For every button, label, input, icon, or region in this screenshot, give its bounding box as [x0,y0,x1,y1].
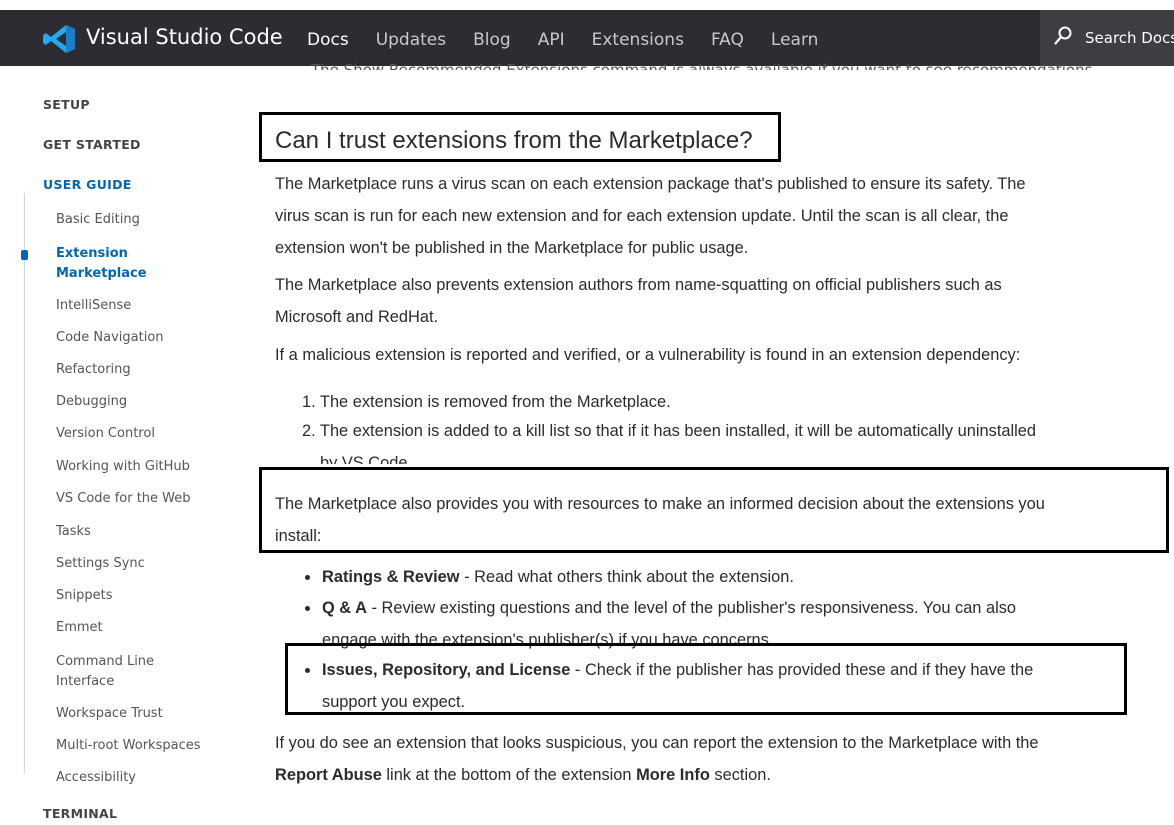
list-item: 2. The extension is added to a kill list… [302,415,1036,464]
text-line: support you expect. [322,693,466,711]
sidebar-item-settings-sync[interactable]: Settings Sync [56,556,145,571]
sidebar-cat-setup[interactable]: SETUP [43,97,90,112]
sidebar-cat-get-started[interactable]: GET STARTED [43,137,141,152]
list-item: 1. The extension is removed from the Mar… [302,393,671,411]
text-line: The Marketplace also provides you with r… [275,495,1045,513]
paragraph-malicious: If a malicious extension is reported and… [275,346,1021,364]
sidebar-item-label: Marketplace [56,266,147,281]
text-span: link at the bottom of the extension [381,766,637,784]
search-docs-button[interactable]: Search Docs [1040,10,1174,66]
sidebar-item-refactoring[interactable]: Refactoring [56,362,131,377]
partial-text-line: The Show Recommended Extensions command … [311,61,1098,70]
sidebar-item-snippets[interactable]: Snippets [56,588,112,603]
text-span: - Review existing questions and the leve… [366,599,1017,617]
brand-title[interactable]: Visual Studio Code [86,25,283,49]
nav-link-docs[interactable]: Docs [307,30,349,50]
text-line: by VS Code. [320,454,413,464]
sidebar-active-marker [21,250,28,260]
text-line: engage with the extension's publisher(s)… [322,631,774,649]
nav-link-faq[interactable]: FAQ [711,30,744,50]
sidebar-item-basic-editing[interactable]: Basic Editing [56,212,140,227]
more-info-text: More Info [636,766,710,784]
text-line: Microsoft and RedHat. [275,308,439,326]
search-icon [1054,26,1072,45]
search-label: Search Docs [1085,29,1174,47]
sidebar-item-tasks[interactable]: Tasks [56,524,91,539]
text-line: virus scan is run for each new extension… [275,207,1009,225]
nav-links: Docs Updates Blog API Extensions FAQ Lea… [307,30,845,50]
sidebar-cat-user-guide[interactable]: USER GUIDE [43,177,132,192]
sidebar-item-command-line-interface[interactable]: Command Line Interface [56,652,154,692]
list-item: Ratings & Review - Read what others thin… [322,561,794,593]
top-navbar: Visual Studio Code Docs Updates Blog API… [0,10,1174,66]
paragraph-report-abuse: If you do see an extension that looks su… [275,727,1165,791]
sidebar-item-label: Interface [56,674,115,689]
sidebar-item-extension-marketplace[interactable]: Extension Marketplace [56,244,147,284]
text-line: 2. The extension is added to a kill list… [302,422,1037,440]
text-span: section. [709,766,771,784]
nav-link-learn[interactable]: Learn [771,30,819,50]
text-line: extension won't be published in the Mark… [275,239,749,257]
text-line: install: [275,527,322,545]
bullet-marker [305,575,310,580]
sidebar-item-workspace-trust[interactable]: Workspace Trust [56,706,163,721]
list-item: Q & A - Review existing questions and th… [322,592,1016,656]
sidebar-item-accessibility[interactable]: Accessibility [56,770,136,785]
sidebar-item-code-navigation[interactable]: Code Navigation [56,330,164,345]
text-line: The Marketplace runs a virus scan on eac… [275,175,1026,193]
vscode-logo-icon[interactable] [42,24,76,54]
bullet-marker [305,606,310,611]
nav-link-updates[interactable]: Updates [376,30,446,50]
sidebar-item-multi-root-workspaces[interactable]: Multi-root Workspaces [56,738,201,753]
sidebar-item-vs-code-for-the-web[interactable]: VS Code for the Web [56,491,191,506]
sidebar-track-line [24,193,25,773]
sidebar-item-version-control[interactable]: Version Control [56,426,155,441]
text-line: The Marketplace also prevents extension … [275,276,1002,294]
text-span: - Check if the publisher has provided th… [570,661,1034,679]
sidebar-item-debugging[interactable]: Debugging [56,394,127,409]
sidebar-cat-terminal[interactable]: TERMINAL [43,806,117,821]
article-heading: Can I trust extensions from the Marketpl… [275,127,753,154]
sidebar-item-label: Command Line [56,654,155,669]
nav-link-blog[interactable]: Blog [473,30,511,50]
bold-term: Ratings & Review [322,568,460,586]
list-item: Issues, Repository, and License - Check … [322,654,1033,718]
nav-link-api[interactable]: API [538,30,565,50]
report-abuse-link-text[interactable]: Report Abuse [275,766,382,784]
paragraph-resources: The Marketplace also provides you with r… [275,488,1165,552]
sidebar-item-intellisense[interactable]: IntelliSense [56,298,131,313]
paragraph-name-squatting: The Marketplace also prevents extension … [275,269,1165,333]
bullet-marker [305,668,310,673]
sidebar-item-emmet[interactable]: Emmet [56,620,103,635]
sidebar-item-working-with-github[interactable]: Working with GitHub [56,459,190,474]
paragraph-virus-scan: The Marketplace runs a virus scan on eac… [275,168,1165,264]
bold-term: Issues, Repository, and License [322,661,571,679]
nav-link-extensions[interactable]: Extensions [592,30,684,50]
bold-term: Q & A [322,599,367,617]
text-span: - Read what others think about the exten… [459,568,794,586]
sidebar-item-label: Extension [56,246,128,261]
text-line: If you do see an extension that looks su… [275,734,1039,752]
